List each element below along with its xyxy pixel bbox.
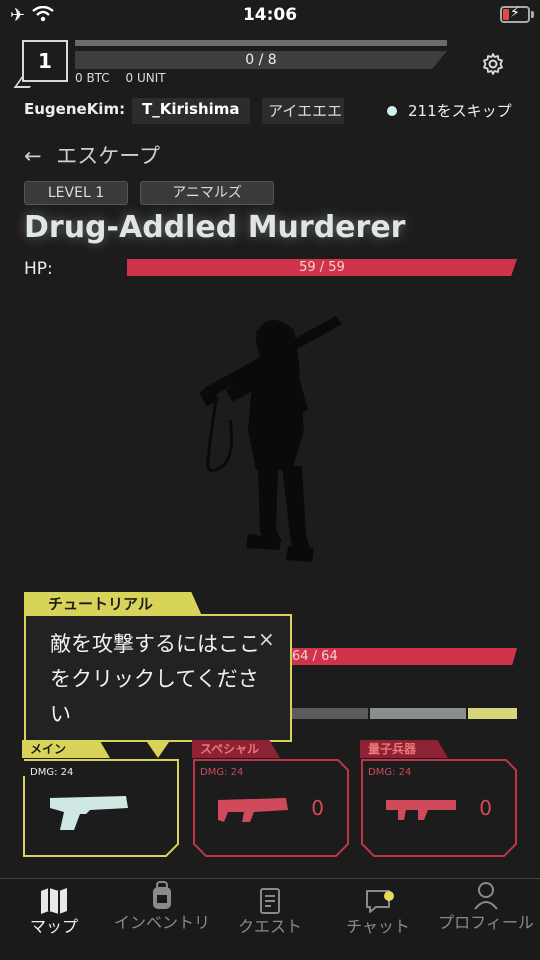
enemy-level-tag: LEVEL 1 [24, 181, 128, 205]
btc-balance: 0 BTC [75, 71, 110, 85]
nav-item-profile[interactable]: プロフィール [432, 881, 540, 933]
skip-indicator-icon [387, 106, 397, 116]
nav-item-quest[interactable]: クエスト [216, 887, 324, 937]
nav-item-chat[interactable]: チャット [324, 887, 432, 937]
map-icon [41, 888, 67, 914]
player-hp-text: 64 / 64 [292, 649, 338, 664]
enemy-name: Drug-Addled Murderer [24, 210, 406, 245]
weapon-tab-label: メイン [22, 740, 110, 758]
nav-label: クエスト [237, 917, 302, 936]
ammo-segment [288, 708, 368, 719]
weapon-card-main[interactable]: メイン DMG: 24 [22, 740, 180, 858]
ammo-segment [468, 708, 517, 719]
battery-icon: ⚡ [500, 5, 530, 23]
weapon-damage: DMG: 24 [200, 767, 244, 778]
weapon-tab-label: 量子兵器 [360, 740, 448, 758]
ammo-segment [370, 708, 466, 719]
weapon-ammo-count: 0 [311, 796, 324, 820]
escape-button[interactable]: ← エスケープ [24, 140, 160, 170]
weapon-damage: DMG: 24 [30, 767, 74, 778]
weapon-card-quantum[interactable]: 量子兵器 DMG: 24 0 [360, 740, 518, 858]
enemy-silhouette[interactable] [196, 310, 346, 570]
party-member-chip[interactable]: アイエエエ [262, 98, 344, 124]
escape-label: エスケープ [56, 144, 161, 168]
tutorial-message: 敵を攻撃するにはここをクリックしてください [50, 632, 260, 726]
party-leader-label: EugeneKim: [24, 100, 126, 118]
hp-label: HP: [24, 259, 53, 279]
status-bar: ✈ 14:06 ⚡ [0, 0, 540, 32]
status-time: 14:06 [242, 5, 298, 25]
enemy-faction-tag: アニマルズ [140, 181, 274, 205]
profile-icon [474, 882, 498, 910]
rocket-launcher-icon [386, 800, 456, 820]
currency-row: 0 BTC 0 UNIT [75, 71, 178, 85]
nav-item-inventory[interactable]: インベントリ [108, 881, 216, 933]
weapon-damage: DMG: 24 [368, 767, 412, 778]
bottom-nav: マップ インベントリ クエスト チャット プロフィール [0, 878, 540, 960]
document-icon [260, 888, 280, 914]
nav-label: チャット [346, 917, 410, 936]
nav-label: プロフィール [438, 913, 534, 932]
xp-bar-top [75, 40, 447, 46]
weapon-card-special[interactable]: スペシャル DMG: 24 0 [192, 740, 350, 858]
unit-balance: 0 UNIT [125, 71, 166, 85]
party-member-chip[interactable]: T_Kirishima [132, 98, 250, 124]
arrow-left-icon: ← [24, 144, 42, 168]
close-icon[interactable]: × [258, 627, 275, 651]
tutorial-title: チュートリアル [24, 592, 202, 616]
enemy-hp-text: 59 / 59 [299, 260, 345, 275]
player-level-badge[interactable]: 1 [22, 40, 68, 82]
weapon-ammo-count: 0 [479, 796, 492, 820]
gear-icon[interactable] [481, 52, 505, 76]
shotgun-icon [218, 798, 288, 822]
pistol-icon [50, 796, 128, 830]
chat-notification-dot [384, 891, 394, 901]
backpack-icon [153, 881, 171, 909]
nav-item-map[interactable]: マップ [0, 887, 108, 937]
skip-count[interactable]: 211をスキップ [408, 100, 512, 121]
xp-text: 0 / 8 [245, 52, 277, 68]
nav-label: インベントリ [113, 913, 210, 932]
weapon-tab-label: スペシャル [192, 740, 280, 758]
nav-label: マップ [29, 917, 78, 936]
battery-tip [531, 11, 534, 18]
